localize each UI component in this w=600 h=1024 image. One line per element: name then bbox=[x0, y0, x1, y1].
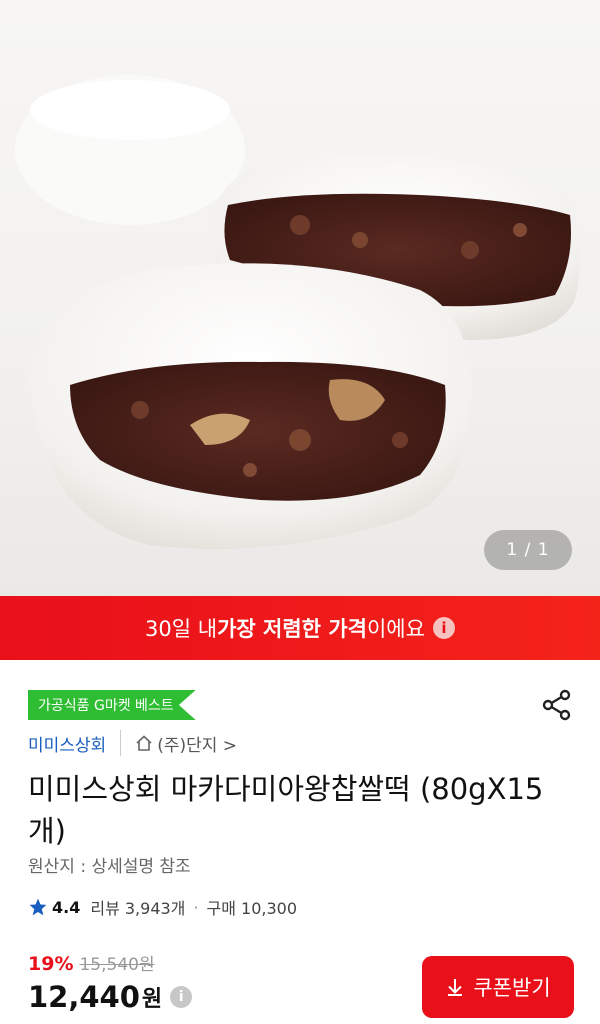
sale-price: 12,440 bbox=[28, 980, 140, 1014]
banner-highlight: 가장 저렴한 가격 bbox=[217, 617, 367, 641]
coupon-label: 쿠폰받기 bbox=[473, 976, 551, 1000]
banner-suffix: 이에요 bbox=[366, 617, 425, 641]
separator-dot: · bbox=[193, 897, 199, 917]
share-icon[interactable] bbox=[540, 688, 574, 722]
store-label: (주)단지 > bbox=[157, 735, 238, 756]
best-badge: 가공식품 G마켓 베스트 bbox=[28, 690, 196, 720]
origin-info: 원산지 : 상세설명 참조 bbox=[28, 857, 191, 877]
discount-row: 19% 15,540원 bbox=[28, 950, 155, 975]
price-row: 12,440 원 i bbox=[28, 980, 193, 1014]
rating-score: 4.4 bbox=[52, 897, 81, 917]
price-info-icon[interactable]: i bbox=[170, 986, 193, 1008]
reviews-link[interactable]: 리뷰 3,943개 bbox=[90, 895, 185, 919]
seller-link[interactable]: 미미스상회 bbox=[28, 731, 106, 756]
purchase-count: 구매 10,300 bbox=[206, 899, 298, 918]
info-icon[interactable]: i bbox=[432, 617, 455, 639]
product-title: 미미스상회 마카다미아왕찹쌀떡 (80gX15개) bbox=[28, 772, 544, 848]
download-icon bbox=[448, 979, 463, 996]
home-icon bbox=[136, 735, 152, 751]
coupon-button[interactable]: 쿠폰받기 bbox=[422, 956, 574, 1018]
store-link[interactable]: (주)단지 > bbox=[135, 731, 237, 756]
product-image-gallery[interactable]: 1 / 1 bbox=[0, 0, 600, 596]
divider bbox=[120, 730, 122, 756]
original-price: 15,540원 bbox=[79, 955, 155, 975]
product-image bbox=[15, 75, 580, 550]
seller-row: 미미스상회 (주)단지 > bbox=[28, 728, 237, 758]
discount-rate: 19% bbox=[28, 953, 74, 975]
star-icon bbox=[29, 898, 47, 916]
lowest-price-banner[interactable]: 30일 내 가장 저렴한 가격 이에요 i bbox=[0, 596, 600, 660]
rating-row: 4.4 리뷰 3,943개 · 구매 10,300 bbox=[28, 895, 297, 919]
image-counter: 1 / 1 bbox=[484, 530, 572, 570]
currency-unit: 원 bbox=[141, 987, 163, 1012]
banner-prefix: 30일 내 bbox=[145, 617, 218, 641]
